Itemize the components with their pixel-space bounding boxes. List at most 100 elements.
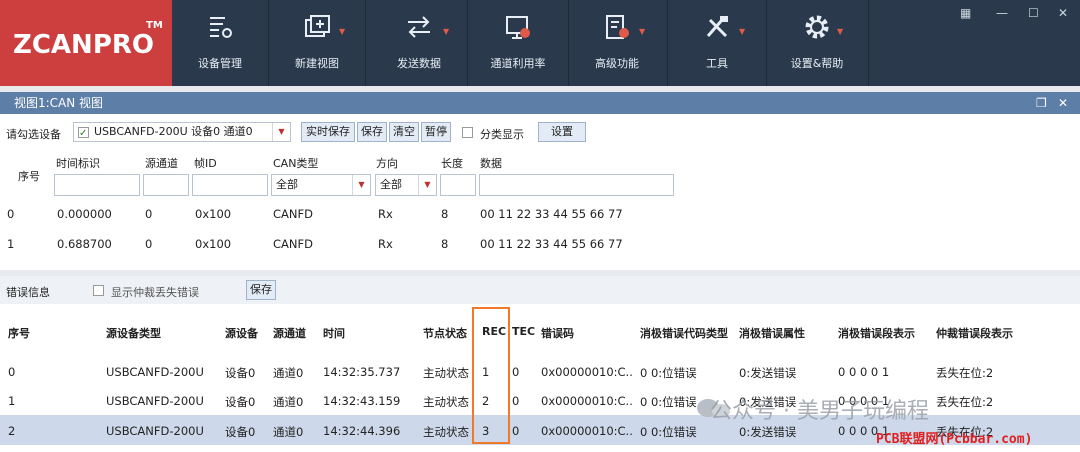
- row-data: 00 11 22 33 44 55 66 77: [480, 207, 623, 221]
- save-button[interactable]: 保存: [357, 122, 387, 142]
- err-device-type: USBCANFD-200U: [106, 394, 204, 408]
- err-tec: 0: [512, 424, 520, 438]
- maximize-icon[interactable]: ☐: [1028, 6, 1039, 20]
- err-time: 14:32:44.396: [323, 424, 401, 438]
- err-index: 1: [8, 394, 16, 408]
- row-length: 8: [441, 207, 449, 221]
- chevron-down-icon: ▼: [443, 27, 450, 36]
- view-title-bar: 视图1:CAN 视图 ❐ ✕: [0, 92, 1080, 114]
- new-view-icon: [305, 15, 330, 37]
- device-select[interactable]: USBCANFD-200U 设备0 通道0 ▼: [73, 122, 291, 142]
- logo-trademark: TM: [146, 20, 163, 31]
- chevron-down-icon: ▼: [418, 175, 436, 195]
- channel-filter-input[interactable]: [143, 174, 189, 196]
- settings-button[interactable]: 设置: [538, 122, 586, 142]
- col-time: 时间标识: [56, 157, 100, 170]
- advanced-button[interactable]: 高级功能 ▼: [569, 0, 665, 86]
- realtime-save-button[interactable]: 实时保存: [301, 122, 355, 142]
- restore-icon[interactable]: ❐: [1036, 92, 1047, 114]
- err-col-code: 错误码: [541, 327, 574, 340]
- watermark-text: 公众号 · 美男子玩编程: [710, 399, 929, 424]
- advanced-icon: [606, 15, 629, 39]
- advanced-label: 高级功能: [595, 57, 639, 70]
- err-device: 设备0: [225, 366, 256, 380]
- device-checkbox[interactable]: [78, 125, 89, 141]
- row-data: 00 11 22 33 44 55 66 77: [480, 237, 623, 251]
- err-col-device-type: 源设备类型: [106, 327, 161, 340]
- close-icon[interactable]: ✕: [1058, 6, 1068, 20]
- chevron-down-icon: ▼: [352, 175, 370, 195]
- channel-usage-label: 通道利用率: [490, 57, 546, 70]
- app-logo: ZCANPRO TM: [0, 0, 172, 86]
- err-state: 主动状态: [423, 366, 469, 380]
- row-direction: Rx: [378, 207, 393, 221]
- err-index: 0: [8, 365, 16, 379]
- device-select-label: 请勾选设备: [6, 128, 61, 141]
- err-index: 2: [8, 424, 16, 438]
- row-id: 0x100: [195, 237, 232, 251]
- classify-label: 分类显示: [480, 128, 524, 141]
- logo-text: ZCANPRO: [13, 30, 154, 60]
- err-col-arb-seg: 仲裁错误段表示: [936, 327, 1013, 340]
- view-title: 视图1:CAN 视图: [14, 96, 104, 110]
- err-state: 主动状态: [423, 395, 469, 409]
- row-time: 0.688700: [57, 237, 112, 251]
- show-lost-checkbox[interactable]: [93, 285, 104, 296]
- send-data-label: 发送数据: [397, 57, 441, 70]
- minimize-icon[interactable]: —: [996, 6, 1008, 20]
- device-manage-button[interactable]: 设备管理: [172, 0, 268, 86]
- layout-icon[interactable]: ▦: [960, 6, 971, 20]
- err-time: 14:32:43.159: [323, 394, 401, 408]
- settings-help-button[interactable]: 设置&帮助 ▼: [767, 0, 867, 86]
- error-save-button[interactable]: 保存: [246, 280, 276, 300]
- chevron-down-icon: ▼: [339, 27, 346, 36]
- send-data-icon: [408, 16, 430, 38]
- channel-usage-button[interactable]: 通道利用率: [470, 0, 566, 86]
- can-type-filter[interactable]: 全部 ▼: [271, 174, 371, 196]
- col-can-type: CAN类型: [273, 157, 319, 170]
- pause-button[interactable]: 暂停: [421, 122, 451, 142]
- err-passive-type: 0 0:位错误: [640, 425, 697, 439]
- tools-button[interactable]: 工具 ▼: [669, 0, 765, 86]
- show-lost-label: 显示仲裁丢失错误: [111, 286, 199, 299]
- chevron-down-icon: ▼: [739, 27, 746, 36]
- row-index: 0: [7, 207, 15, 221]
- new-view-button[interactable]: 新建视图 ▼: [269, 0, 365, 86]
- err-device-type: USBCANFD-200U: [106, 424, 204, 438]
- err-time: 14:32:35.737: [323, 365, 401, 379]
- err-passive-seg: 0 0 0 0 1: [838, 365, 890, 379]
- direction-filter-value: 全部: [380, 178, 402, 191]
- err-passive-attr: 0:发送错误: [739, 425, 797, 439]
- err-tec: 0: [512, 365, 520, 379]
- length-filter-input[interactable]: [440, 174, 476, 196]
- send-data-button[interactable]: 发送数据 ▼: [371, 0, 467, 86]
- device-manage-icon: [210, 17, 232, 38]
- new-view-label: 新建视图: [295, 57, 339, 70]
- can-type-filter-value: 全部: [276, 178, 298, 191]
- classify-checkbox[interactable]: [462, 127, 473, 138]
- col-index: 序号: [18, 170, 40, 183]
- err-device-type: USBCANFD-200U: [106, 365, 204, 379]
- err-channel: 通道0: [273, 395, 304, 409]
- col-data: 数据: [480, 157, 502, 170]
- col-length: 长度: [441, 157, 463, 170]
- clear-button[interactable]: 清空: [389, 122, 419, 142]
- data-filter-input[interactable]: [479, 174, 674, 196]
- direction-filter[interactable]: 全部 ▼: [375, 174, 437, 196]
- row-channel: 0: [145, 237, 153, 251]
- device-manage-label: 设备管理: [198, 57, 242, 70]
- settings-icon: [805, 15, 829, 39]
- row-channel: 0: [145, 207, 153, 221]
- err-passive-type: 0 0:位错误: [640, 366, 697, 380]
- frame-id-filter-input[interactable]: [192, 174, 268, 196]
- panel-close-icon[interactable]: ✕: [1058, 92, 1068, 114]
- err-col-time: 时间: [323, 327, 345, 340]
- err-channel: 通道0: [273, 425, 304, 439]
- rec-column-highlight: [472, 307, 510, 444]
- err-code: 0x00000010:C...: [541, 394, 633, 408]
- channel-usage-icon: [506, 16, 530, 39]
- time-filter-input[interactable]: [54, 174, 140, 196]
- err-device: 设备0: [225, 395, 256, 409]
- row-type: CANFD: [273, 207, 313, 221]
- chevron-down-icon: ▼: [272, 123, 290, 141]
